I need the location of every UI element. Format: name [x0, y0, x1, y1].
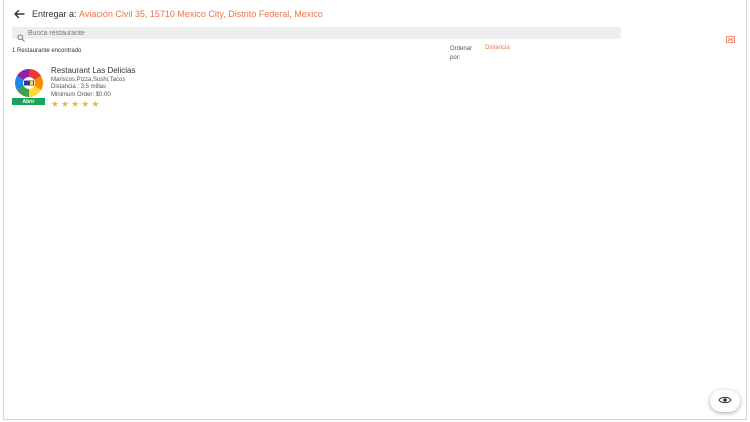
rating-stars: ★ ★ ★ ★ ★	[51, 100, 99, 109]
deliver-to-label: Entregar a:	[32, 9, 77, 19]
status-badge: Abrir	[12, 98, 45, 105]
app-frame: Entregar a: Aviación Civil 35, 15710 Mex…	[3, 0, 747, 420]
restaurant-cuisine: Mariscos,Pizza,Sushi,Tacos	[51, 77, 126, 83]
restaurant-list-item[interactable]: Abrir Restaurant Las Delicias Mariscos,P…	[10, 66, 210, 112]
search-icon	[17, 29, 25, 42]
delivery-header: Entregar a: Aviación Civil 35, 15710 Mex…	[4, 0, 746, 27]
search-bar	[12, 27, 621, 42]
restaurant-minimum-order: Minimum Order: $0.00	[51, 92, 111, 98]
search-input[interactable]	[28, 27, 608, 39]
restaurant-logo[interactable]	[13, 67, 45, 99]
star-icon: ★	[91, 99, 100, 109]
star-icon: ★	[51, 99, 60, 109]
map-toggle-icon[interactable]	[726, 30, 735, 43]
restaurant-name[interactable]: Restaurant Las Delicias	[51, 66, 135, 75]
sort-dropdown[interactable]: Distancia	[485, 45, 510, 51]
star-icon: ★	[71, 99, 80, 109]
view-toggle-button[interactable]	[710, 390, 740, 412]
arrow-left-icon[interactable]	[12, 7, 26, 21]
restaurant-distance: Distancia : 3.5 millas	[51, 84, 107, 90]
star-icon: ★	[61, 99, 70, 109]
star-icon: ★	[81, 99, 90, 109]
sort-label: Ordenar por:	[450, 46, 473, 61]
eye-icon	[718, 392, 732, 410]
result-count: 1 Restaurante encontrado	[12, 48, 82, 54]
delivery-address-link[interactable]: Aviación Civil 35, 15710 Mexico City, Di…	[79, 9, 323, 19]
